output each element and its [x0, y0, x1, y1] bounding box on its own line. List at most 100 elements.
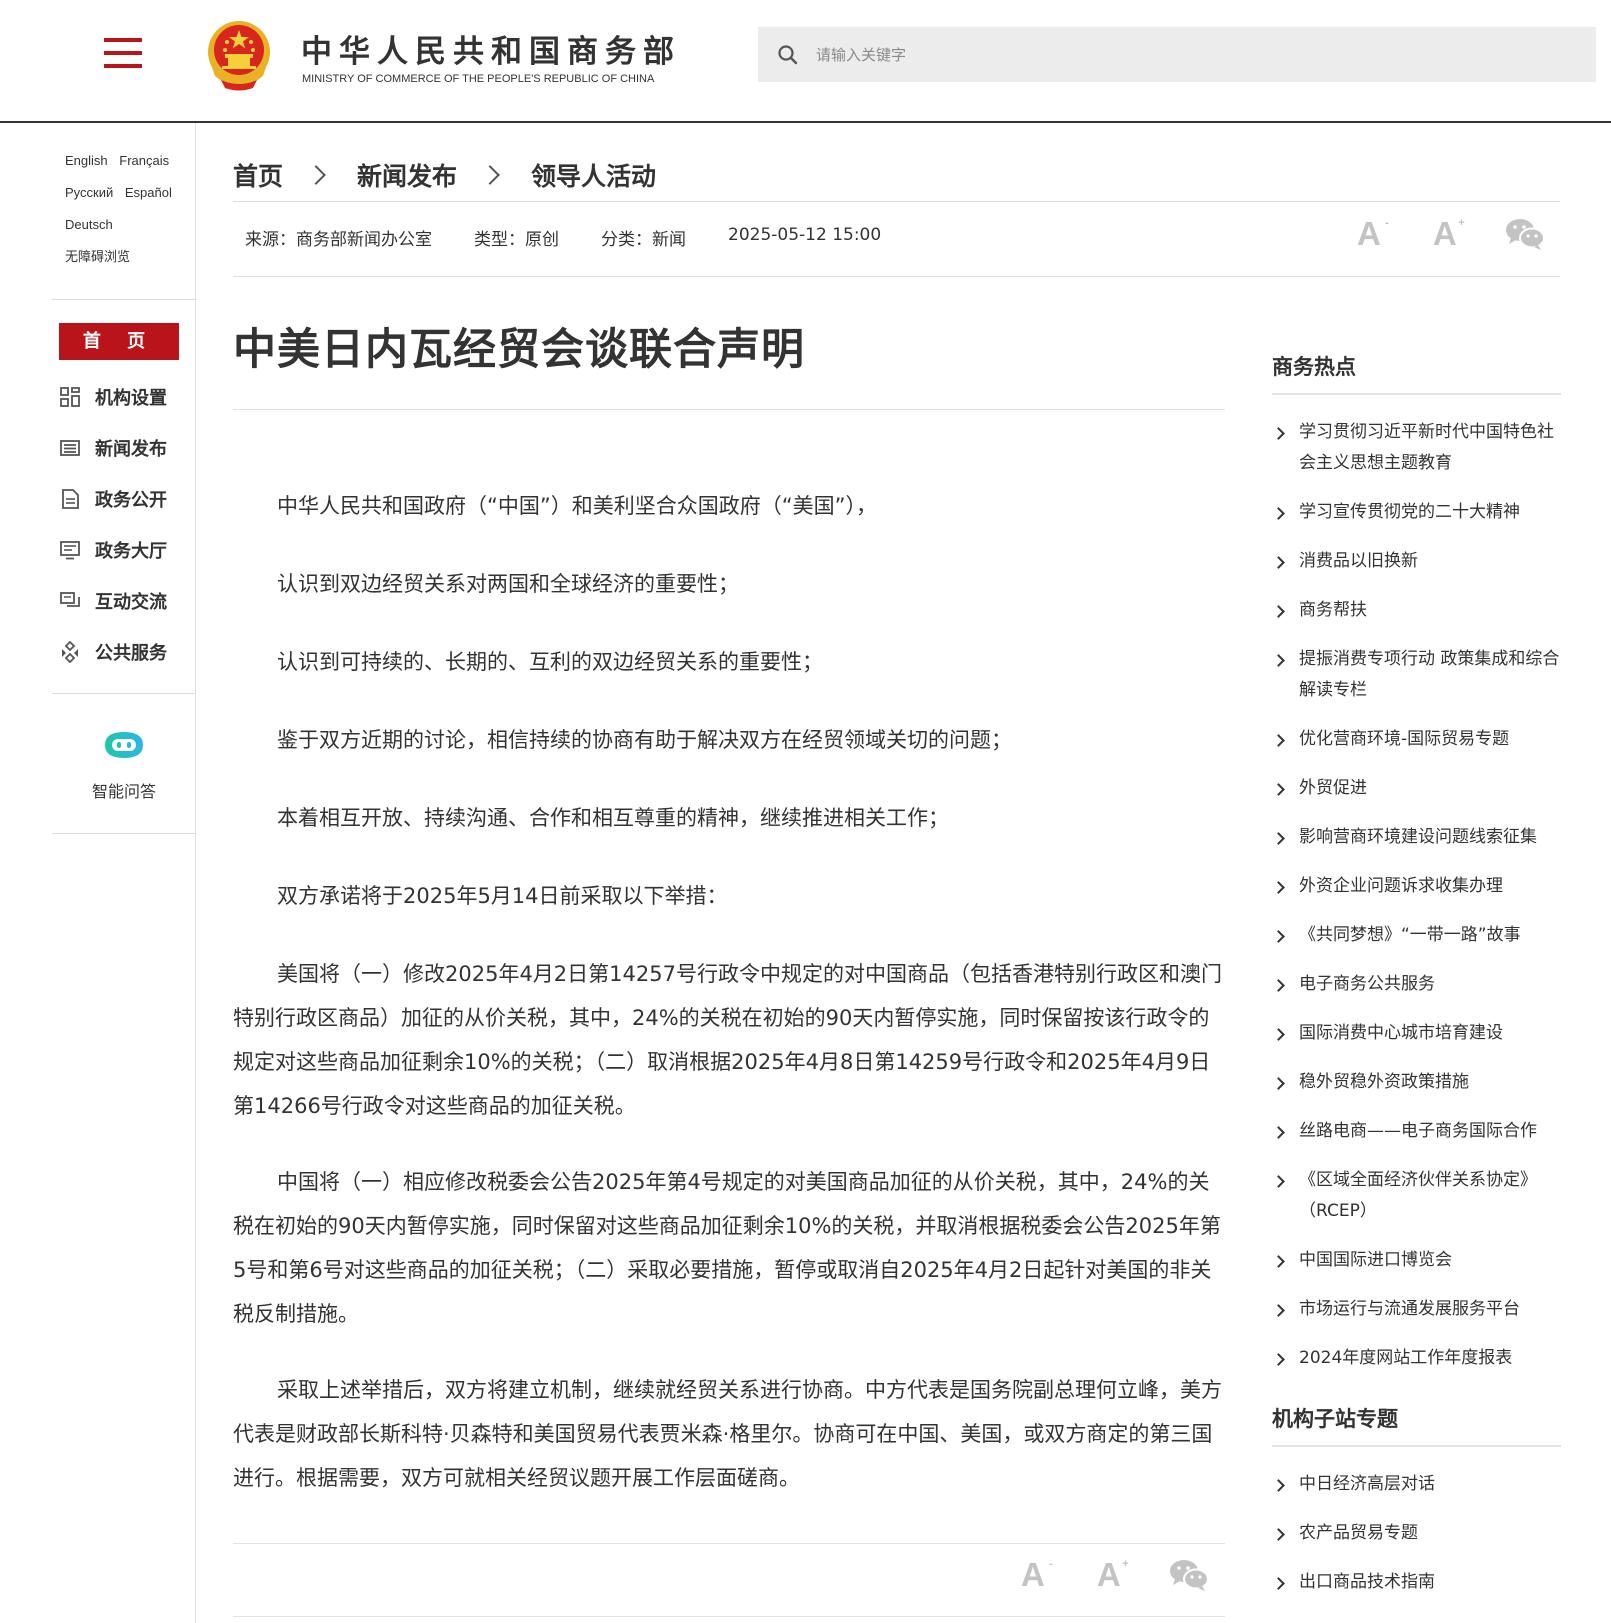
article-paragraph: 美国将（一）修改2025年4月2日第14257号行政令中规定的对中国商品（包括香…: [233, 962, 1222, 1118]
hot-topic-link[interactable]: 提振消费专项行动 政策集成和综合解读专栏: [1272, 644, 1561, 706]
sidebar-item-label: 政务公开: [95, 489, 167, 511]
lang-english-link[interactable]: English: [65, 153, 108, 168]
article-title: 中美日内瓦经贸会谈联合声明: [233, 325, 805, 375]
sidebar-nav: 机构设置 新闻发布 政务公开 政务大厅 互动交流 公共服务: [59, 371, 189, 677]
sidebar-item-label: 新闻发布: [95, 438, 167, 460]
breadcrumb-home[interactable]: 首页: [233, 157, 283, 193]
chevron-right-icon: [480, 165, 500, 185]
hot-topic-link[interactable]: 商务帮扶: [1272, 595, 1561, 626]
breadcrumb-news[interactable]: 新闻发布: [357, 157, 457, 193]
sidebar-item-organization[interactable]: 机构设置: [59, 371, 189, 422]
lang-russian-link[interactable]: Русский: [65, 185, 113, 200]
hot-topic-link[interactable]: 《区域全面经济伙伴关系协定》（RCEP）: [1272, 1165, 1561, 1227]
sidebar-item-public-service[interactable]: 公共服务: [59, 626, 189, 677]
sidebar-item-label: 互动交流: [95, 591, 167, 613]
sidebar-item-label: 机构设置: [95, 387, 167, 409]
sidebar-item-interaction[interactable]: 互动交流: [59, 575, 189, 626]
right-column: 商务热点 学习贯彻习近平新时代中国特色社会主义思想主题教育 学习宣传贯彻党的二十…: [1272, 340, 1561, 1616]
article-tools-bottom: A- A +: [1021, 1556, 1209, 1594]
sub-site-link[interactable]: 出口商品技术指南: [1272, 1567, 1561, 1598]
meta-category: 分类：新闻: [601, 230, 686, 250]
site-title-chinese[interactable]: 中华人民共和国商务部: [301, 26, 681, 71]
divider: [233, 1616, 1225, 1617]
hot-topic-link[interactable]: 学习贯彻习近平新时代中国特色社会主义思想主题教育: [1272, 417, 1561, 479]
divider: [233, 201, 1560, 202]
breadcrumb-leader-activities[interactable]: 领导人活动: [531, 157, 656, 193]
left-sidebar: English Français Русский Español Deutsch…: [52, 123, 196, 1623]
sidebar-item-label: 政务大厅: [95, 540, 167, 562]
sub-sites-heading: 机构子站专题: [1272, 1392, 1561, 1447]
hot-topics-list: 学习贯彻习近平新时代中国特色社会主义思想主题教育 学习宣传贯彻党的二十大精神 消…: [1272, 417, 1561, 1374]
search-input[interactable]: [816, 27, 1576, 82]
divider: [233, 276, 1560, 277]
grid-icon: [60, 386, 80, 407]
hot-topic-link[interactable]: 电子商务公共服务: [1272, 969, 1561, 1000]
meta-datetime: 2025-05-12 15:00: [728, 225, 882, 245]
divider: [233, 409, 1225, 410]
hot-topic-link[interactable]: 丝路电商——电子商务国际合作: [1272, 1116, 1561, 1147]
site-header: 中华人民共和国商务部 MINISTRY OF COMMERCE OF THE P…: [0, 0, 1611, 123]
lang-spanish-link[interactable]: Español: [125, 185, 172, 200]
article-paragraph: 采取上述举措后，双方将建立机制，继续就经贸关系进行协商。中方代表是国务院副总理何…: [233, 1378, 1222, 1490]
hot-topic-link[interactable]: 影响营商环境建设问题线索征集: [1272, 822, 1561, 853]
font-decrease-icon[interactable]: A-: [1021, 1556, 1053, 1594]
article-paragraph: 中国将（一）相应修改税委会公告2025年第4号规定的对美国商品加征的从价关税，其…: [233, 1170, 1221, 1326]
font-decrease-icon[interactable]: A-: [1357, 215, 1389, 253]
monitor-icon: [60, 540, 80, 559]
smart-qa-label: 智能问答: [91, 782, 156, 801]
article-paragraph: 认识到可持续的、长期的、互利的双边经贸关系的重要性；: [277, 650, 823, 674]
article-paragraph: 双方承诺将于2025年5月14日前采取以下举措：: [277, 884, 728, 908]
sidebar-item-news[interactable]: 新闻发布: [59, 422, 189, 473]
hot-topic-link[interactable]: 学习宣传贯彻党的二十大精神: [1272, 497, 1561, 528]
hot-topic-link[interactable]: 稳外贸稳外资政策措施: [1272, 1067, 1561, 1098]
language-links: English Français Русский Español Deutsch…: [65, 151, 195, 279]
sidebar-divider: [52, 693, 196, 694]
chat-icon: [60, 591, 80, 607]
service-icon: [62, 640, 78, 663]
sidebar-item-label: 公共服务: [95, 642, 167, 664]
article-paragraph: 中华人民共和国政府（“中国”）和美利坚合众国政府（“美国”），: [277, 494, 878, 518]
breadcrumb: 首页 新闻发布 领导人活动: [233, 155, 656, 195]
hot-topic-link[interactable]: 《共同梦想》“一带一路”故事: [1272, 920, 1561, 951]
lang-french-link[interactable]: Français: [119, 153, 169, 168]
article-paragraph: 本着相互开放、持续沟通、合作和相互尊重的精神，继续推进相关工作；: [277, 806, 949, 830]
article-paragraph: 认识到双边经贸关系对两国和全球经济的重要性；: [277, 572, 739, 596]
accessibility-link[interactable]: 无障碍浏览: [65, 250, 130, 265]
divider: [233, 1543, 1225, 1544]
hot-topic-link[interactable]: 中国国际进口博览会: [1272, 1245, 1561, 1276]
article-tools-top: A- A +: [1357, 215, 1545, 253]
newspaper-icon: [60, 439, 80, 456]
sub-sites-list: 中日经济高层对话 农产品贸易专题 出口商品技术指南: [1272, 1469, 1561, 1598]
article-meta: 来源：商务部新闻办公室 类型：原创 分类：新闻 2025-05-12 15:00: [245, 225, 923, 250]
lang-german-link[interactable]: Deutsch: [65, 217, 113, 232]
font-increase-icon[interactable]: A +: [1433, 215, 1465, 253]
sidebar-divider: [52, 833, 196, 834]
font-increase-icon[interactable]: A +: [1097, 1556, 1129, 1594]
hot-topic-link[interactable]: 2024年度网站工作年度报表: [1272, 1343, 1561, 1374]
hot-topics-heading: 商务热点: [1272, 340, 1561, 395]
hamburger-menu-icon[interactable]: [104, 38, 142, 68]
home-nav-button[interactable]: 首 页: [59, 323, 179, 360]
hot-topic-link[interactable]: 消费品以旧换新: [1272, 546, 1561, 577]
wechat-share-icon[interactable]: [1505, 217, 1545, 251]
sidebar-item-gov-affairs[interactable]: 政务公开: [59, 473, 189, 524]
wechat-share-icon[interactable]: [1169, 1558, 1209, 1592]
national-emblem-logo[interactable]: [203, 18, 275, 94]
sidebar-divider: [52, 299, 196, 300]
chevron-right-icon: [306, 165, 326, 185]
article-paragraph: 鉴于双方近期的讨论，相信持续的协商有助于解决双方在经贸领域关切的问题；: [277, 728, 1012, 752]
hot-topic-link[interactable]: 外贸促进: [1272, 773, 1561, 804]
hot-topic-link[interactable]: 国际消费中心城市培育建设: [1272, 1018, 1561, 1049]
sub-site-link[interactable]: 中日经济高层对话: [1272, 1469, 1561, 1500]
robot-icon: [105, 732, 143, 758]
sidebar-item-service-hall[interactable]: 政务大厅: [59, 524, 189, 575]
meta-type: 类型：原创: [474, 230, 559, 250]
smart-qa-button[interactable]: 智能问答: [52, 726, 196, 802]
site-title-english[interactable]: MINISTRY OF COMMERCE OF THE PEOPLE'S REP…: [302, 73, 654, 85]
hot-topic-link[interactable]: 市场运行与流通发展服务平台: [1272, 1294, 1561, 1325]
hot-topic-link[interactable]: 优化营商环境-国际贸易专题: [1272, 724, 1561, 755]
hot-topic-link[interactable]: 外资企业问题诉求收集办理: [1272, 871, 1561, 902]
search-icon[interactable]: [776, 43, 800, 67]
search-box: [758, 27, 1596, 82]
sub-site-link[interactable]: 农产品贸易专题: [1272, 1518, 1561, 1549]
